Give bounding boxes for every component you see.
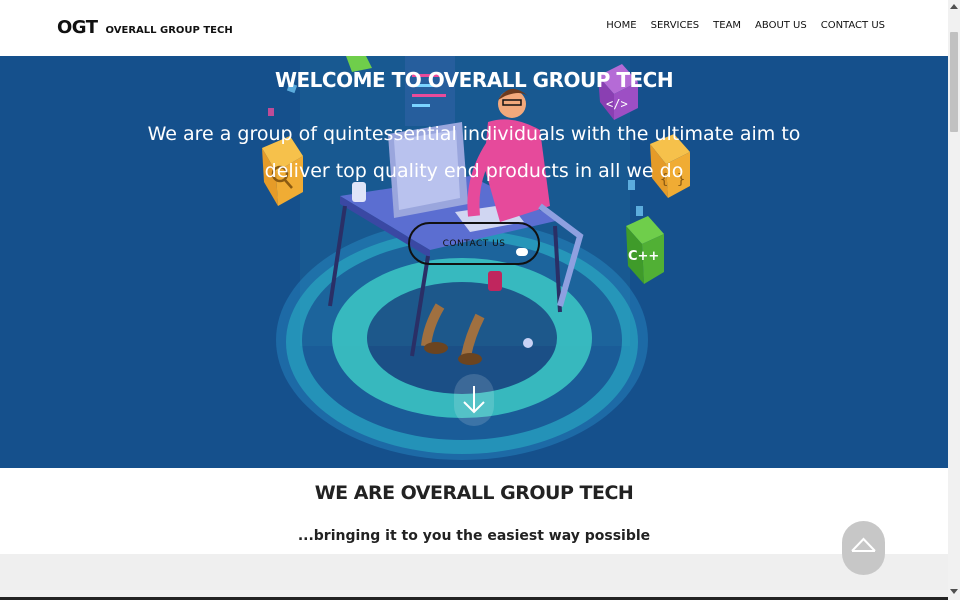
code-line (412, 94, 446, 97)
about-subtitle: ...bringing it to you the easiest way po… (297, 528, 651, 544)
about-section: WE ARE OVERALL GROUP TECH ...bringing it… (0, 468, 948, 554)
mug (488, 271, 502, 291)
site-header: OGT OVERALL GROUP TECH HOME SERVICES TEA… (0, 0, 948, 56)
svg-text:</>: </> (606, 97, 628, 111)
page-scrollbar[interactable] (948, 0, 960, 600)
main-nav: HOME SERVICES TEAM ABOUT US CONTACT US (592, 20, 885, 31)
nav-contact-us[interactable]: CONTACT US (821, 20, 885, 31)
next-section (0, 554, 948, 600)
person-shoe (458, 353, 482, 365)
hero-section: { } </> C++ WELCOME TO OVERALL GROUP TEC… (0, 56, 948, 468)
contact-us-button[interactable]: CONTACT US (408, 222, 540, 265)
nav-home[interactable]: HOME (606, 20, 636, 31)
nav-team[interactable]: TEAM (713, 20, 741, 31)
logo-text: OVERALL GROUP TECH (105, 25, 233, 36)
hero-title: WELCOME TO OVERALL GROUP TECH (274, 68, 674, 92)
diamond (268, 108, 274, 116)
cpp-cube-icon: C++ (626, 216, 664, 284)
svg-text:C++: C++ (628, 249, 659, 264)
back-to-top-button[interactable] (842, 521, 885, 575)
diamond (636, 206, 643, 216)
person-shoe (424, 342, 448, 354)
chevron-up-icon (851, 537, 876, 552)
scroll-thumb[interactable] (950, 32, 958, 132)
logo[interactable]: OGT OVERALL GROUP TECH (57, 17, 233, 38)
about-title: WE ARE OVERALL GROUP TECH (314, 482, 634, 504)
person-head (498, 90, 526, 118)
hero-subtitle: We are a group of quintessential individ… (147, 123, 801, 182)
nav-services[interactable]: SERVICES (651, 20, 700, 31)
chair-wheel (523, 338, 533, 348)
arrow-down-icon (463, 386, 485, 414)
logo-mark: OGT (57, 17, 98, 38)
scroll-up-arrow-icon[interactable] (948, 0, 960, 14)
scroll-down-arrow-icon[interactable] (948, 584, 960, 598)
code-line (412, 104, 430, 107)
nav-about-us[interactable]: ABOUT US (755, 20, 807, 31)
scroll-down-button[interactable] (454, 374, 494, 426)
